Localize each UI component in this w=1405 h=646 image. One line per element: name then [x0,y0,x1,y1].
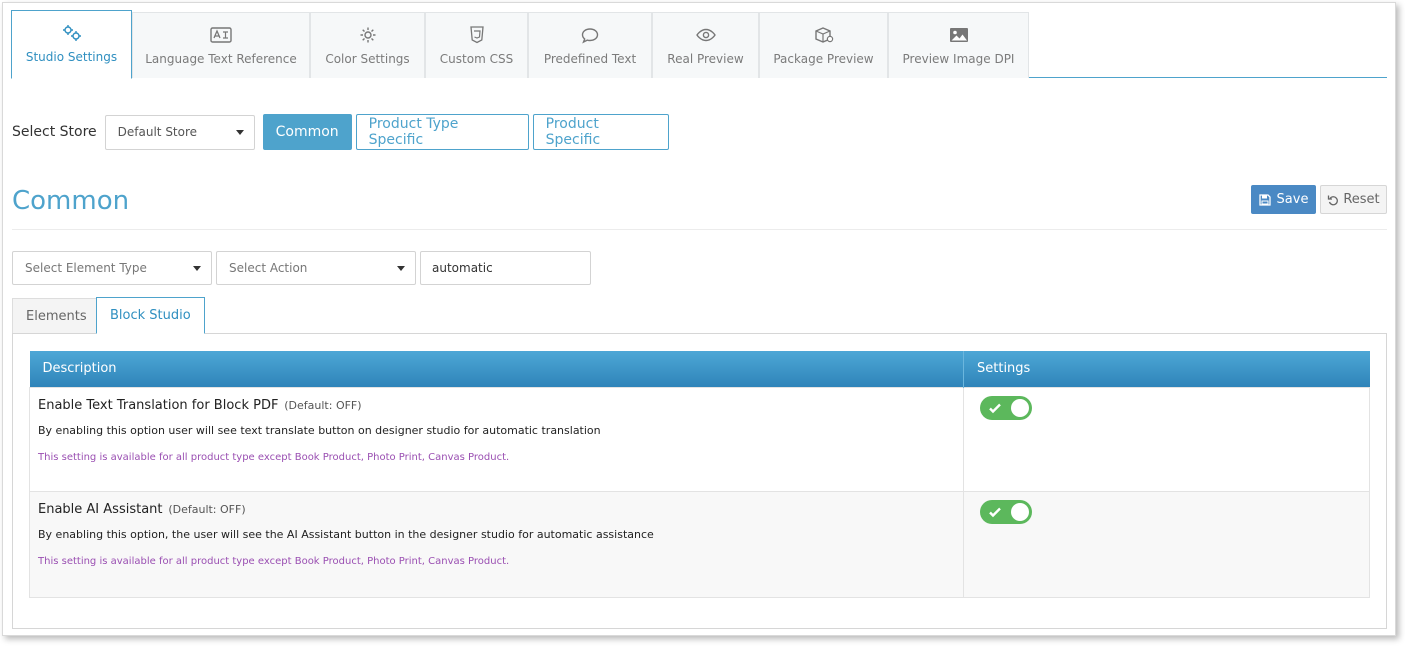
action-select[interactable]: Select Action [216,251,416,285]
search-input-value: automatic [432,261,493,275]
tab-label: Package Preview [773,52,874,66]
image-icon [949,26,969,44]
language-card-icon [210,26,232,44]
tab-custom-css[interactable]: Custom CSS [425,12,528,78]
setting-note: This setting is available for all produc… [38,555,510,567]
store-select[interactable]: Default Store [104,114,255,150]
description-cell: Enable AI Assistant (Default: OFF) By en… [29,490,964,598]
product-type-specific-button[interactable]: Product Type Specific [355,114,529,150]
ai-assistant-toggle[interactable] [980,499,1032,524]
divider [12,229,1387,230]
reset-button[interactable]: Reset [1320,185,1387,214]
setting-default: (Default: OFF) [284,398,362,412]
package-icon [814,26,834,44]
setting-description: By enabling this option, the user will s… [38,527,654,541]
product-specific-button[interactable]: Product Specific [532,114,669,150]
filter-row: Select Element Type Select Action automa… [12,251,591,285]
caret-down-icon [235,129,244,135]
gears-icon [61,24,83,42]
table-row: Enable Text Translation for Block PDF (D… [29,386,1370,492]
gear-icon [359,26,377,44]
caret-down-icon [193,265,201,271]
tab-label: Studio Settings [25,50,118,64]
element-type-select[interactable]: Select Element Type [12,251,212,285]
text-translation-toggle[interactable] [980,395,1032,420]
store-row: Select Store Default Store Common Produc… [12,114,669,150]
undo-icon [1328,195,1339,205]
action-placeholder: Select Action [229,261,308,275]
caret-down-icon [397,265,405,271]
section-title: Common [12,186,130,216]
speech-bubble-icon [581,26,599,44]
setting-title: Enable AI Assistant [38,501,163,517]
store-select-value: Default Store [117,125,198,139]
tab-package-preview[interactable]: Package Preview [759,12,888,78]
setting-description: By enabling this option user will see te… [38,423,601,437]
toggle-knob [1011,502,1029,521]
common-button[interactable]: Common [262,114,352,150]
tab-label: Custom CSS [439,52,514,66]
tab-studio-settings[interactable]: Studio Settings [11,10,132,79]
floppy-disk-icon [1258,193,1271,206]
reset-button-label: Reset [1343,192,1380,207]
tab-language-text-reference[interactable]: Language Text Reference [132,12,310,78]
tab-label: Color Settings [325,52,410,66]
save-button[interactable]: Save [1251,185,1316,214]
settings-table: Description Settings Enable Text Transla… [29,351,1370,598]
tab-predefined-text[interactable]: Predefined Text [528,12,652,78]
search-input[interactable]: automatic [420,251,591,285]
css3-icon [469,26,485,44]
setting-title: Enable Text Translation for Block PDF [38,397,279,413]
column-header-description: Description [29,351,964,387]
tab-label: Real Preview [667,52,744,66]
tab-label: Predefined Text [543,52,637,66]
block-studio-panel: Description Settings Enable Text Transla… [12,333,1387,629]
settings-cell [963,386,1370,492]
setting-default: (Default: OFF) [168,502,246,516]
eye-icon [695,26,716,44]
toggle-knob [1011,398,1029,417]
top-tab-bar: Studio Settings Language Text Reference … [11,10,1387,79]
save-button-label: Save [1276,192,1309,207]
tab-elements[interactable]: Elements [12,298,101,334]
tab-label: Preview Image DPI [902,52,1015,66]
table-header-row: Description Settings [29,351,1370,387]
tab-preview-image-dpi[interactable]: Preview Image DPI [888,12,1029,78]
setting-note: This setting is available for all produc… [38,451,510,463]
tab-label: Language Text Reference [145,52,297,66]
check-icon [989,507,1001,517]
tab-real-preview[interactable]: Real Preview [652,12,759,78]
settings-cell [963,490,1370,598]
check-icon [989,403,1001,413]
tab-block-studio[interactable]: Block Studio [96,297,205,334]
column-header-settings: Settings [963,351,1370,387]
description-cell: Enable Text Translation for Block PDF (D… [29,386,964,492]
table-row: Enable AI Assistant (Default: OFF) By en… [29,490,1370,598]
tab-color-settings[interactable]: Color Settings [310,12,425,78]
element-type-placeholder: Select Element Type [25,261,147,275]
app-frame: Studio Settings Language Text Reference … [2,2,1396,636]
store-label: Select Store [12,124,97,140]
